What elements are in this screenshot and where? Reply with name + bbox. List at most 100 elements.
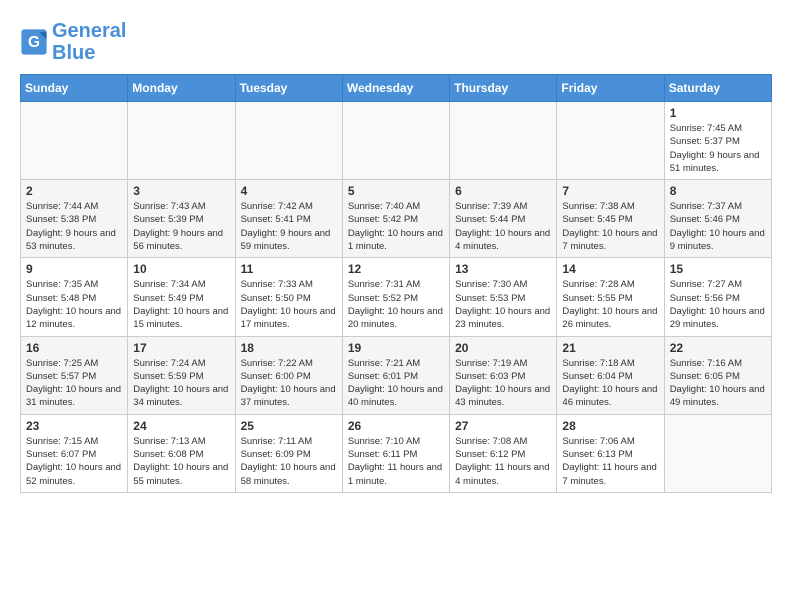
- weekday-header-thursday: Thursday: [450, 75, 557, 102]
- day-info: Sunrise: 7:08 AM Sunset: 6:12 PM Dayligh…: [455, 435, 551, 488]
- day-info: Sunrise: 7:40 AM Sunset: 5:42 PM Dayligh…: [348, 200, 444, 253]
- calendar-cell: 24 Sunrise: 7:13 AM Sunset: 6:08 PM Dayli…: [128, 414, 235, 492]
- day-info: Sunrise: 7:19 AM Sunset: 6:03 PM Dayligh…: [455, 357, 551, 410]
- day-number: 12: [348, 262, 444, 276]
- calendar-cell: [21, 102, 128, 180]
- day-info: Sunrise: 7:27 AM Sunset: 5:56 PM Dayligh…: [670, 278, 766, 331]
- weekday-header-tuesday: Tuesday: [235, 75, 342, 102]
- day-info: Sunrise: 7:06 AM Sunset: 6:13 PM Dayligh…: [562, 435, 658, 488]
- calendar-week-row: 23 Sunrise: 7:15 AM Sunset: 6:07 PM Dayli…: [21, 414, 772, 492]
- svg-text:G: G: [28, 34, 40, 51]
- day-info: Sunrise: 7:35 AM Sunset: 5:48 PM Dayligh…: [26, 278, 122, 331]
- day-number: 18: [241, 341, 337, 355]
- day-info: Sunrise: 7:44 AM Sunset: 5:38 PM Dayligh…: [26, 200, 122, 253]
- calendar-week-row: 2 Sunrise: 7:44 AM Sunset: 5:38 PM Daylig…: [21, 180, 772, 258]
- calendar-cell: [664, 414, 771, 492]
- calendar-cell: 21Sunrise: 7:18 AM Sunset: 6:04 PM Dayli…: [557, 336, 664, 414]
- day-info: Sunrise: 7:24 AM Sunset: 5:59 PM Dayligh…: [133, 357, 229, 410]
- day-number: 2: [26, 184, 122, 198]
- day-number: 4: [241, 184, 337, 198]
- calendar-cell: 7 Sunrise: 7:38 AM Sunset: 5:45 PM Daylig…: [557, 180, 664, 258]
- day-number: 6: [455, 184, 551, 198]
- calendar-cell: 8Sunrise: 7:37 AM Sunset: 5:46 PM Daylig…: [664, 180, 771, 258]
- calendar-cell: 6 Sunrise: 7:39 AM Sunset: 5:44 PM Daylig…: [450, 180, 557, 258]
- calendar-cell: 28 Sunrise: 7:06 AM Sunset: 6:13 PM Dayli…: [557, 414, 664, 492]
- calendar-cell: 9 Sunrise: 7:35 AM Sunset: 5:48 PM Daylig…: [21, 258, 128, 336]
- day-info: Sunrise: 7:45 AM Sunset: 5:37 PM Dayligh…: [670, 122, 766, 175]
- calendar-cell: 15 Sunrise: 7:27 AM Sunset: 5:56 PM Dayli…: [664, 258, 771, 336]
- calendar-week-row: 1 Sunrise: 7:45 AM Sunset: 5:37 PM Daylig…: [21, 102, 772, 180]
- calendar-cell: 17 Sunrise: 7:24 AM Sunset: 5:59 PM Dayli…: [128, 336, 235, 414]
- calendar-cell: 11 Sunrise: 7:33 AM Sunset: 5:50 PM Dayli…: [235, 258, 342, 336]
- day-number: 3: [133, 184, 229, 198]
- day-number: 19: [348, 341, 444, 355]
- day-number: 23: [26, 419, 122, 433]
- day-number: 28: [562, 419, 658, 433]
- day-number: 1: [670, 106, 766, 120]
- day-info: Sunrise: 7:38 AM Sunset: 5:45 PM Dayligh…: [562, 200, 658, 253]
- weekday-header-sunday: Sunday: [21, 75, 128, 102]
- day-info: Sunrise: 7:30 AM Sunset: 5:53 PM Dayligh…: [455, 278, 551, 331]
- day-info: Sunrise: 7:39 AM Sunset: 5:44 PM Dayligh…: [455, 200, 551, 253]
- day-number: 20: [455, 341, 551, 355]
- weekday-header-monday: Monday: [128, 75, 235, 102]
- day-number: 8: [670, 184, 766, 198]
- calendar-cell: 22 Sunrise: 7:16 AM Sunset: 6:05 PM Dayli…: [664, 336, 771, 414]
- day-info: Sunrise: 7:15 AM Sunset: 6:07 PM Dayligh…: [26, 435, 122, 488]
- day-info: Sunrise: 7:10 AM Sunset: 6:11 PM Dayligh…: [348, 435, 444, 488]
- day-number: 11: [241, 262, 337, 276]
- logo: G GeneralBlue: [20, 20, 126, 64]
- calendar-cell: 12 Sunrise: 7:31 AM Sunset: 5:52 PM Dayli…: [342, 258, 449, 336]
- weekday-header-wednesday: Wednesday: [342, 75, 449, 102]
- calendar-cell: 25 Sunrise: 7:11 AM Sunset: 6:09 PM Dayli…: [235, 414, 342, 492]
- calendar-cell: 16 Sunrise: 7:25 AM Sunset: 5:57 PM Dayli…: [21, 336, 128, 414]
- page-header: G GeneralBlue: [20, 20, 772, 64]
- day-number: 9: [26, 262, 122, 276]
- day-info: Sunrise: 7:16 AM Sunset: 6:05 PM Dayligh…: [670, 357, 766, 410]
- calendar-cell: 4 Sunrise: 7:42 AM Sunset: 5:41 PM Daylig…: [235, 180, 342, 258]
- day-info: Sunrise: 7:11 AM Sunset: 6:09 PM Dayligh…: [241, 435, 337, 488]
- day-info: Sunrise: 7:31 AM Sunset: 5:52 PM Dayligh…: [348, 278, 444, 331]
- day-number: 13: [455, 262, 551, 276]
- calendar-cell: 27Sunrise: 7:08 AM Sunset: 6:12 PM Dayli…: [450, 414, 557, 492]
- day-number: 16: [26, 341, 122, 355]
- calendar-week-row: 9 Sunrise: 7:35 AM Sunset: 5:48 PM Daylig…: [21, 258, 772, 336]
- calendar-cell: 2 Sunrise: 7:44 AM Sunset: 5:38 PM Daylig…: [21, 180, 128, 258]
- calendar-cell: 14 Sunrise: 7:28 AM Sunset: 5:55 PM Dayli…: [557, 258, 664, 336]
- calendar-cell: 26 Sunrise: 7:10 AM Sunset: 6:11 PM Dayli…: [342, 414, 449, 492]
- calendar-header-row: SundayMondayTuesdayWednesdayThursdayFrid…: [21, 75, 772, 102]
- day-info: Sunrise: 7:18 AM Sunset: 6:04 PM Dayligh…: [562, 357, 658, 410]
- calendar-cell: 5 Sunrise: 7:40 AM Sunset: 5:42 PM Daylig…: [342, 180, 449, 258]
- calendar-cell: 3Sunrise: 7:43 AM Sunset: 5:39 PM Daylig…: [128, 180, 235, 258]
- weekday-header-saturday: Saturday: [664, 75, 771, 102]
- day-info: Sunrise: 7:13 AM Sunset: 6:08 PM Dayligh…: [133, 435, 229, 488]
- logo-text: GeneralBlue: [52, 20, 126, 64]
- day-number: 5: [348, 184, 444, 198]
- day-number: 14: [562, 262, 658, 276]
- day-number: 26: [348, 419, 444, 433]
- day-number: 7: [562, 184, 658, 198]
- calendar-table: SundayMondayTuesdayWednesdayThursdayFrid…: [20, 74, 772, 493]
- calendar-cell: 23 Sunrise: 7:15 AM Sunset: 6:07 PM Dayli…: [21, 414, 128, 492]
- day-info: Sunrise: 7:28 AM Sunset: 5:55 PM Dayligh…: [562, 278, 658, 331]
- calendar-cell: 18Sunrise: 7:22 AM Sunset: 6:00 PM Dayli…: [235, 336, 342, 414]
- calendar-cell: [557, 102, 664, 180]
- calendar-cell: [235, 102, 342, 180]
- calendar-cell: 13 Sunrise: 7:30 AM Sunset: 5:53 PM Dayli…: [450, 258, 557, 336]
- day-info: Sunrise: 7:33 AM Sunset: 5:50 PM Dayligh…: [241, 278, 337, 331]
- weekday-header-friday: Friday: [557, 75, 664, 102]
- day-number: 10: [133, 262, 229, 276]
- day-number: 17: [133, 341, 229, 355]
- day-number: 24: [133, 419, 229, 433]
- calendar-cell: 19 Sunrise: 7:21 AM Sunset: 6:01 PM Dayli…: [342, 336, 449, 414]
- day-info: Sunrise: 7:42 AM Sunset: 5:41 PM Dayligh…: [241, 200, 337, 253]
- day-info: Sunrise: 7:34 AM Sunset: 5:49 PM Dayligh…: [133, 278, 229, 331]
- day-info: Sunrise: 7:25 AM Sunset: 5:57 PM Dayligh…: [26, 357, 122, 410]
- calendar-cell: 20 Sunrise: 7:19 AM Sunset: 6:03 PM Dayli…: [450, 336, 557, 414]
- calendar-cell: [342, 102, 449, 180]
- day-info: Sunrise: 7:21 AM Sunset: 6:01 PM Dayligh…: [348, 357, 444, 410]
- day-number: 22: [670, 341, 766, 355]
- calendar-week-row: 16 Sunrise: 7:25 AM Sunset: 5:57 PM Dayli…: [21, 336, 772, 414]
- day-number: 15: [670, 262, 766, 276]
- day-number: 25: [241, 419, 337, 433]
